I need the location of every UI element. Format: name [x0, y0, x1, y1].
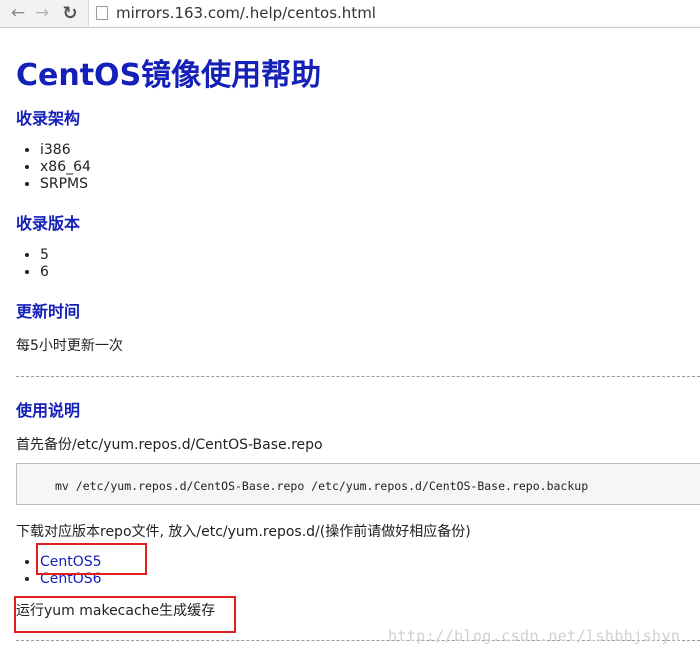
page-icon — [96, 6, 108, 20]
version-item: 5 — [40, 247, 49, 264]
centos6-link[interactable]: CentOS6 — [40, 571, 102, 587]
address-bar[interactable]: mirrors.163.com/.help/centos.html — [88, 0, 700, 26]
version-item: 6 — [40, 264, 49, 281]
reload-icon[interactable]: ↻ — [60, 3, 80, 24]
download-instruction: 下载对应版本repo文件, 放入/etc/yum.repos.d/(操作前请做好… — [16, 524, 471, 540]
centos5-link[interactable]: CentOS5 — [40, 554, 102, 570]
makecache-instruction: 运行yum makecache生成缓存 — [16, 603, 216, 619]
versions-heading: 收录版本 — [16, 214, 81, 233]
versions-list: 5 6 — [40, 247, 49, 281]
repo-link-list: CentOS5 CentOS6 — [40, 554, 102, 588]
backup-instruction: 首先备份/etc/yum.repos.d/CentOS-Base.repo — [16, 437, 323, 453]
section-divider — [16, 376, 700, 377]
update-text: 每5小时更新一次 — [16, 338, 123, 354]
repo-link-item: CentOS6 — [40, 571, 102, 588]
arch-list: i386 x86_64 SRPMS — [40, 142, 91, 193]
update-heading: 更新时间 — [16, 302, 81, 321]
repo-link-item: CentOS5 — [40, 554, 102, 571]
command-code-block: mv /etc/yum.repos.d/CentOS-Base.repo /et… — [16, 463, 700, 505]
arch-item: i386 — [40, 142, 91, 159]
watermark: http://blog.csdn.net/lshbhjshyn — [388, 627, 681, 645]
arch-heading: 收录架构 — [16, 109, 81, 128]
browser-toolbar: ← → ↻ mirrors.163.com/.help/centos.html — [0, 0, 700, 28]
backup-command: mv /etc/yum.repos.d/CentOS-Base.repo /et… — [55, 479, 589, 493]
arch-item: x86_64 — [40, 159, 91, 176]
usage-heading: 使用说明 — [16, 401, 81, 420]
url-text[interactable]: mirrors.163.com/.help/centos.html — [116, 4, 376, 22]
forward-arrow-icon[interactable]: → — [32, 3, 52, 23]
back-arrow-icon[interactable]: ← — [8, 3, 28, 23]
page-title: CentOS镜像使用帮助 — [16, 58, 322, 93]
arch-item: SRPMS — [40, 176, 91, 193]
